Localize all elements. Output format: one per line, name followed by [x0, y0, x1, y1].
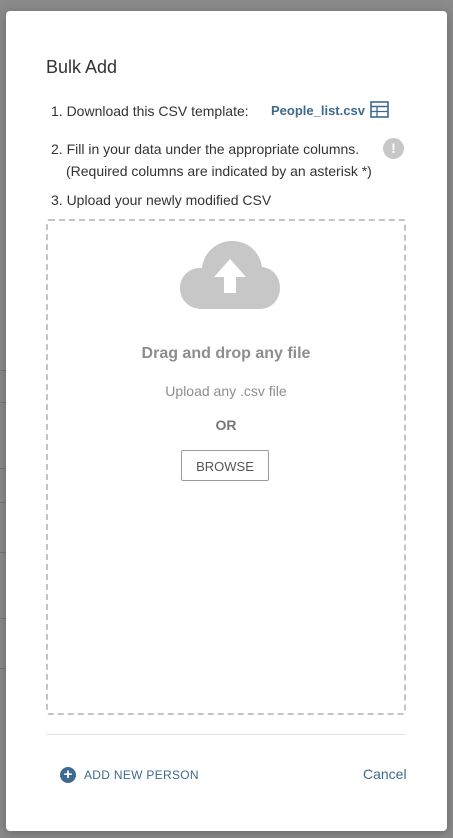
drag-drop-text: Drag and drop any file [141, 345, 311, 362]
cloud-upload-icon [178, 239, 282, 311]
upload-hint: Upload any .csv file [165, 383, 287, 399]
add-new-person-label: ADD NEW PERSON [84, 768, 199, 782]
footer-divider [46, 734, 406, 735]
step-2-subtext: (Required columns are indicated by an as… [66, 163, 372, 179]
add-new-person-button[interactable]: + ADD NEW PERSON [60, 766, 199, 784]
table-icon[interactable] [370, 101, 390, 119]
step-1-text: 1. Download this CSV template: [51, 103, 249, 119]
file-dropzone[interactable]: Drag and drop any file Upload any .csv f… [46, 219, 406, 715]
info-icon[interactable]: ! [383, 138, 404, 159]
step-3-text: 3. Upload your newly modified CSV [51, 192, 272, 208]
plus-circle-icon: + [60, 767, 76, 783]
cancel-button[interactable]: Cancel [363, 766, 407, 782]
or-separator: OR [215, 417, 237, 433]
dialog-title: Bulk Add [46, 57, 118, 77]
browse-button[interactable]: BROWSE [181, 450, 269, 481]
csv-template-link[interactable]: People_list.csv [271, 103, 365, 118]
bulk-add-dialog: Bulk Add 1. Download this CSV template: … [6, 11, 447, 831]
step-2-text: 2. Fill in your data under the appropria… [51, 141, 360, 157]
